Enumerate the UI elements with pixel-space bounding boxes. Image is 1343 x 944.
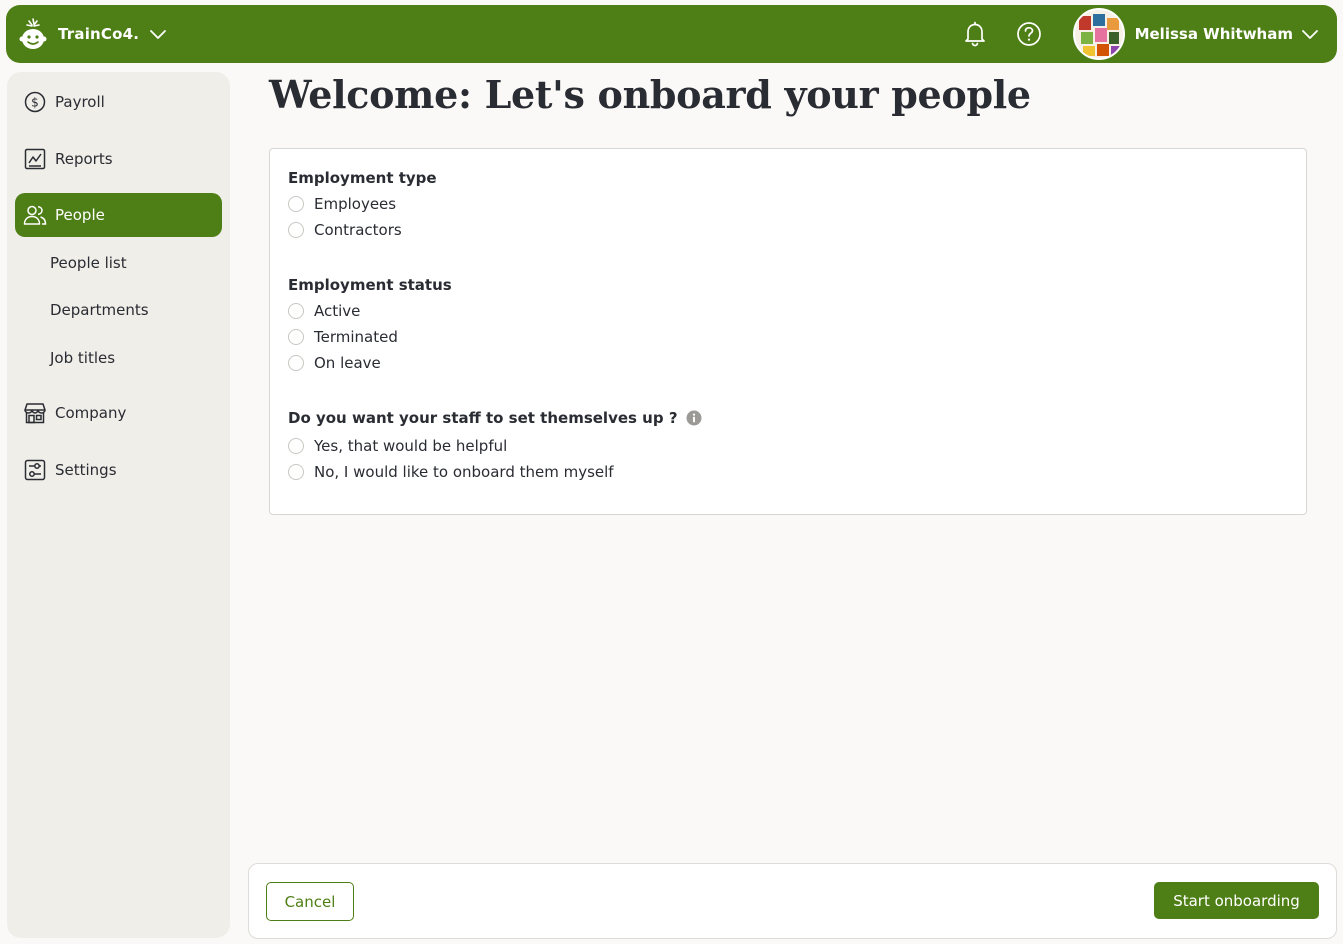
employment-status-label: Employment status xyxy=(288,276,452,294)
avatar[interactable] xyxy=(1072,8,1125,60)
radio-label: Yes, that would be helpful xyxy=(314,437,508,455)
help-icon xyxy=(1016,22,1041,46)
start-onboarding-button[interactable]: Start onboarding xyxy=(1154,882,1319,919)
self-setup-question: Do you want your staff to set themselves… xyxy=(288,409,702,427)
sidebar-subitem-job-titles[interactable]: Job titles xyxy=(50,346,115,370)
radio-employees[interactable]: Employees xyxy=(288,193,396,215)
chevron-down-icon xyxy=(150,30,167,39)
help-button[interactable] xyxy=(1015,20,1043,48)
sidebar-item-settings[interactable]: Settings xyxy=(15,448,222,492)
sidebar-item-label: People xyxy=(55,206,105,224)
people-icon xyxy=(23,203,47,227)
radio-label: Terminated xyxy=(314,328,398,346)
storefront-icon xyxy=(23,401,47,425)
radio-active[interactable]: Active xyxy=(288,300,360,322)
action-footer: Cancel Start onboarding xyxy=(248,863,1337,939)
sidebar-subitem-departments[interactable]: Departments xyxy=(50,298,149,322)
sidebar-item-company[interactable]: Company xyxy=(15,391,222,435)
info-icon[interactable] xyxy=(686,410,702,426)
top-bar: TrainCo4. Melissa Whitwham xyxy=(6,5,1337,63)
radio-button[interactable] xyxy=(288,329,304,345)
radio-label: No, I would like to onboard them myself xyxy=(314,463,614,481)
radio-self-setup-yes[interactable]: Yes, that would be helpful xyxy=(288,435,507,457)
radio-label: Contractors xyxy=(314,221,402,239)
top-right-controls: Melissa Whitwham xyxy=(961,5,1337,63)
radio-button[interactable] xyxy=(288,222,304,238)
sidebar-item-payroll[interactable]: $ Payroll xyxy=(15,80,222,124)
sidebar: $ Payroll Reports People People list Dep… xyxy=(7,72,230,938)
page-title: Welcome: Let's onboard your people xyxy=(269,72,1031,117)
radio-button[interactable] xyxy=(288,464,304,480)
radio-button[interactable] xyxy=(288,355,304,371)
sliders-icon xyxy=(23,458,47,482)
radio-contractors[interactable]: Contractors xyxy=(288,219,402,241)
notifications-button[interactable] xyxy=(961,20,989,48)
radio-button[interactable] xyxy=(288,438,304,454)
radio-label: Employees xyxy=(314,195,397,213)
onboarding-form: Employment type Employees Contractors Em… xyxy=(269,148,1307,515)
dollar-circle-icon: $ xyxy=(23,90,47,114)
svg-text:$: $ xyxy=(31,96,39,110)
radio-on-leave[interactable]: On leave xyxy=(288,352,381,374)
radio-label: Active xyxy=(314,302,361,320)
self-setup-question-text: Do you want your staff to set themselves… xyxy=(288,409,678,427)
sidebar-item-label: Payroll xyxy=(55,93,105,111)
sidebar-item-label: Reports xyxy=(55,150,113,168)
sidebar-item-label: Company xyxy=(55,404,127,422)
avatar-image xyxy=(1074,10,1123,58)
sidebar-item-label: Settings xyxy=(55,461,117,479)
chart-icon xyxy=(23,147,47,171)
radio-button[interactable] xyxy=(288,303,304,319)
radio-button[interactable] xyxy=(288,196,304,212)
sidebar-item-reports[interactable]: Reports xyxy=(15,137,222,181)
sidebar-item-people[interactable]: People xyxy=(15,193,222,237)
cancel-button[interactable]: Cancel xyxy=(266,882,354,921)
radio-label: On leave xyxy=(314,354,381,372)
bell-icon xyxy=(964,21,985,47)
user-name[interactable]: Melissa Whitwham xyxy=(1135,25,1293,43)
brand-logo-icon xyxy=(19,18,47,49)
company-name: TrainCo4. xyxy=(58,25,140,43)
employment-type-label: Employment type xyxy=(288,169,437,187)
sidebar-subitem-people-list[interactable]: People list xyxy=(50,251,127,275)
radio-terminated[interactable]: Terminated xyxy=(288,326,398,348)
chevron-down-icon[interactable] xyxy=(1301,25,1319,43)
company-switcher[interactable]: TrainCo4. xyxy=(18,17,167,51)
radio-self-setup-no[interactable]: No, I would like to onboard them myself xyxy=(288,461,614,483)
